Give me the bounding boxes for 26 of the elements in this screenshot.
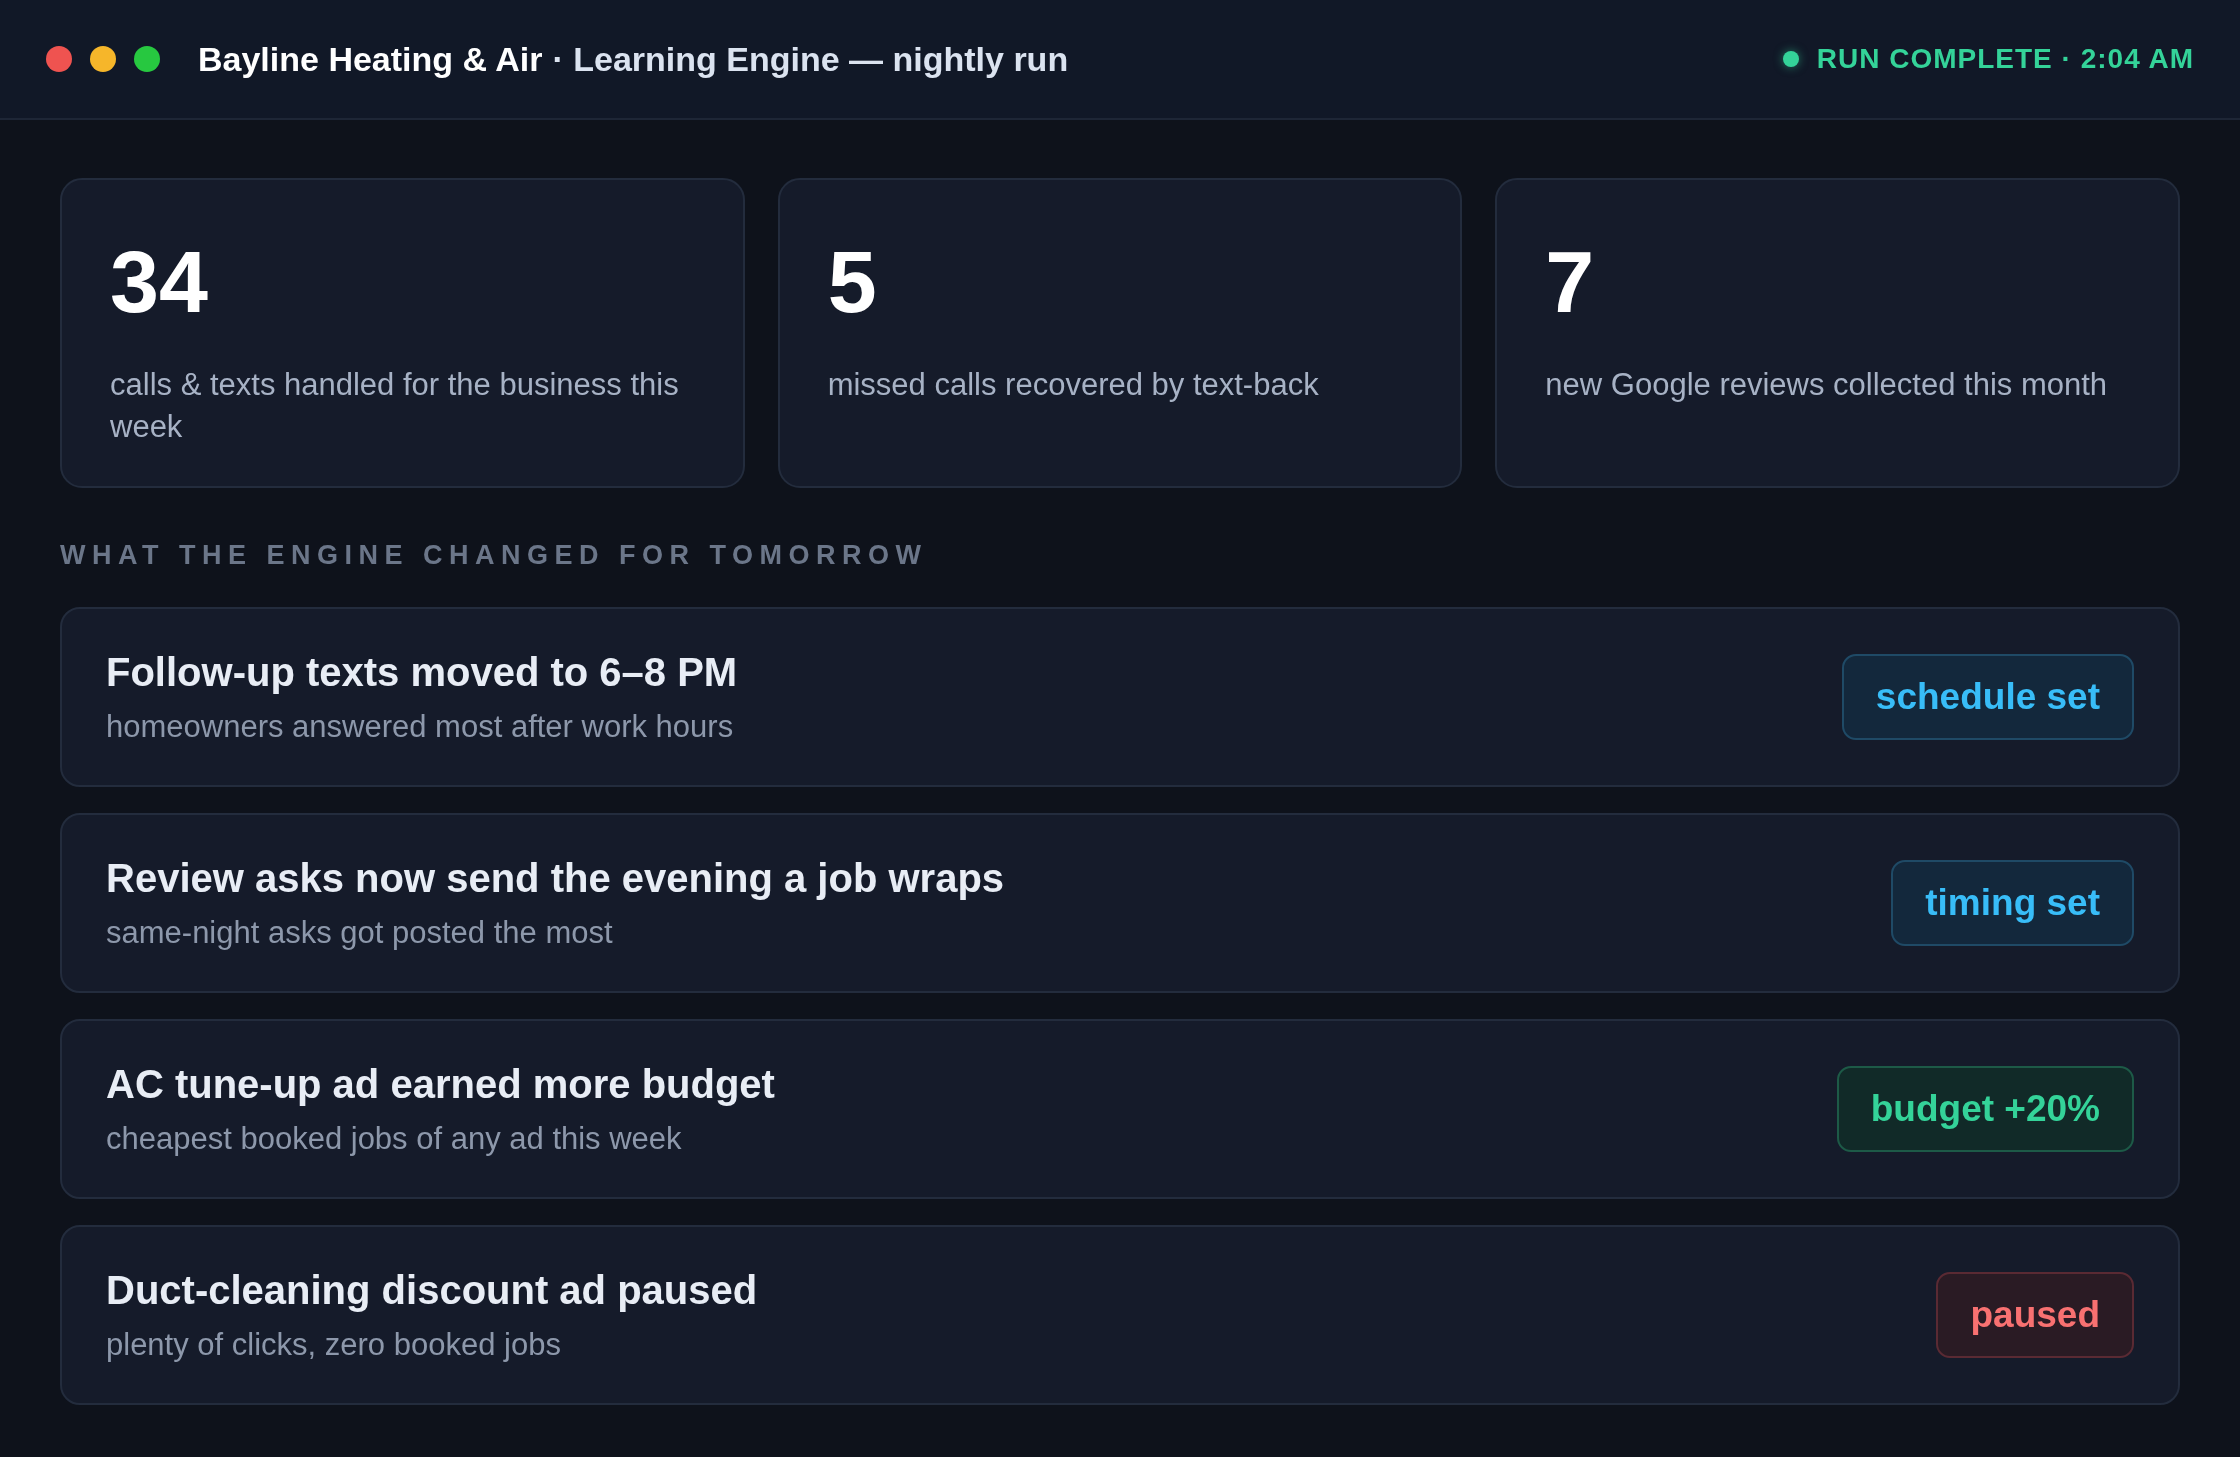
stat-label: calls & texts handled for the business this week — [110, 366, 680, 446]
status-tag: paused — [1936, 1272, 2134, 1358]
section-heading: WHAT THE ENGINE CHANGED FOR TOMORROW — [60, 540, 929, 571]
stat-label: new Google reviews collected this month — [1545, 366, 2109, 404]
status-dot-icon — [1782, 51, 1799, 67]
business-name: Bayline Heating & Air — [198, 39, 543, 79]
change-title: Duct-cleaning discount ad paused — [106, 1267, 758, 1313]
status-tag: budget +20% — [1836, 1066, 2134, 1152]
stat-label: missed calls recovered by text-back — [827, 366, 1320, 404]
window-title: · Learning Engine — nightly run — [552, 39, 1069, 79]
change-detail: plenty of clicks, zero booked jobs — [106, 1326, 562, 1363]
stat-value: 34 — [110, 238, 209, 326]
change-detail: homeowners answered most after work hours — [106, 708, 735, 745]
change-title: Follow-up texts moved to 6–8 PM — [106, 649, 738, 695]
change-title: Review asks now send the evening a job wraps — [106, 855, 1005, 901]
stat-value: 5 — [827, 238, 878, 326]
change-detail: cheapest booked jobs of any ad this week — [106, 1120, 683, 1157]
change-detail: same-night asks got posted the most — [106, 914, 614, 951]
maximize-icon[interactable] — [134, 46, 160, 72]
run-status: RUN COMPLETE · 2:04 AM — [1816, 43, 2194, 75]
status-tag: schedule set — [1841, 654, 2134, 740]
close-icon[interactable] — [46, 46, 72, 72]
minimize-icon[interactable] — [90, 46, 116, 72]
status-tag: timing set — [1891, 860, 2134, 946]
change-title: AC tune-up ad earned more budget — [106, 1061, 775, 1107]
stat-value: 7 — [1545, 238, 1596, 326]
